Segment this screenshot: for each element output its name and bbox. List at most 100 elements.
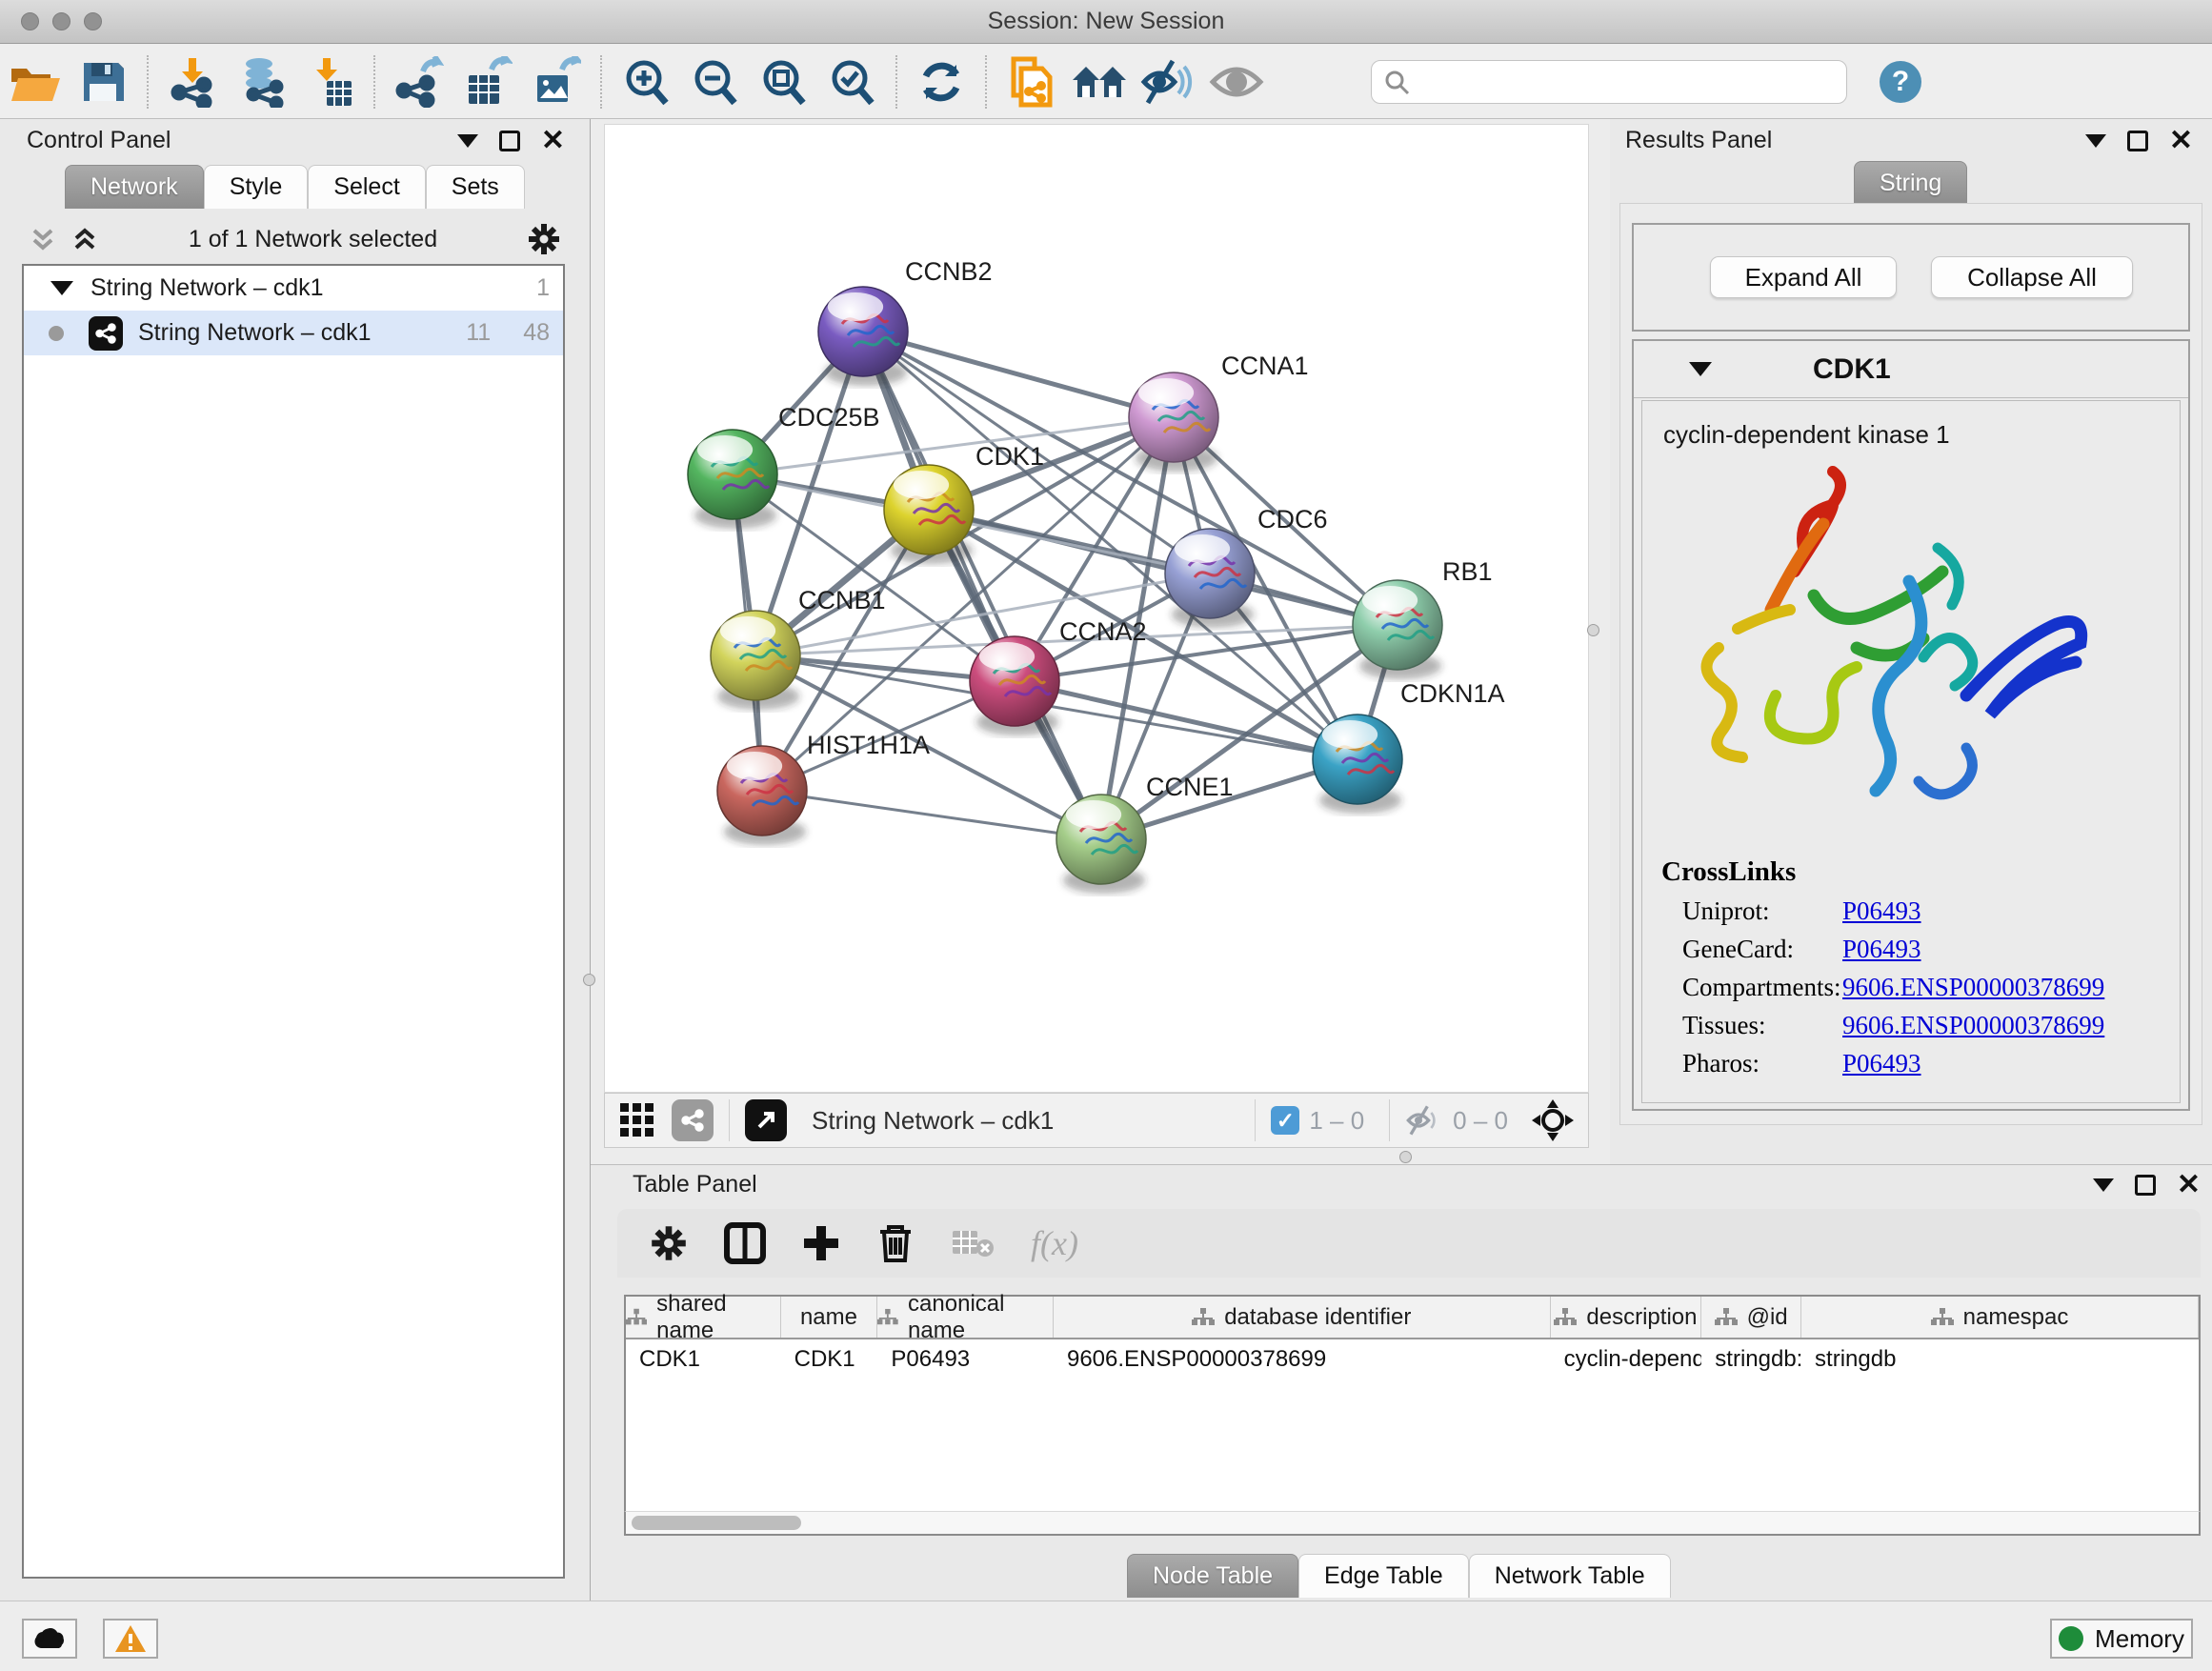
edge-CCNB2-CCNA1[interactable] — [863, 332, 1174, 417]
column-header-shared-name[interactable]: shared name — [626, 1297, 781, 1338]
import-network-file-button[interactable] — [163, 53, 222, 111]
table-row[interactable]: CDK1CDK1P064939606.ENSP00000378699cyclin… — [626, 1339, 2199, 1381]
expand-all-button[interactable]: Expand All — [1710, 256, 1897, 298]
gene-card-header[interactable]: CDK1 — [1634, 341, 2188, 398]
minimize-window-button[interactable] — [52, 12, 70, 30]
cloud-status-button[interactable] — [22, 1619, 77, 1659]
fit-selected-crosshair-icon[interactable] — [1531, 1098, 1575, 1142]
delete-table-icon[interactable] — [951, 1227, 995, 1259]
column-header-name[interactable]: name — [781, 1297, 878, 1338]
search-box[interactable] — [1371, 60, 1847, 104]
birds-eye-view-icon[interactable] — [618, 1101, 656, 1139]
panel-menu-icon[interactable] — [457, 134, 478, 148]
close-window-button[interactable] — [21, 12, 39, 30]
import-network-database-button[interactable] — [231, 53, 291, 111]
open-in-window-icon[interactable] — [745, 1099, 787, 1141]
table-cell[interactable]: stringdb:9... — [1701, 1339, 1801, 1381]
float-panel-icon[interactable] — [2135, 1175, 2156, 1196]
table-settings-gear-icon[interactable] — [650, 1224, 688, 1262]
node-CCNB1[interactable]: CCNB1 — [711, 586, 886, 710]
gear-icon[interactable] — [527, 222, 561, 256]
tab-sets[interactable]: Sets — [426, 165, 525, 209]
vertical-splitter-handle[interactable] — [583, 974, 595, 986]
zoom-fit-button[interactable] — [754, 53, 813, 111]
close-panel-icon[interactable]: ✕ — [2177, 1175, 2201, 1196]
function-builder-icon[interactable]: f(x) — [1031, 1223, 1078, 1263]
vertical-splitter-handle[interactable] — [1587, 624, 1599, 636]
memory-button[interactable]: Memory — [2050, 1619, 2193, 1659]
node-table[interactable]: shared namenamecanonical namedatabase id… — [624, 1295, 2201, 1511]
string-network-graph[interactable]: CCNB2CCNA1CDC25BCDK1CDC6RB1CCNB1CCNA2CDK… — [605, 125, 1590, 1094]
column-header-description[interactable]: description — [1551, 1297, 1702, 1338]
table-cell[interactable]: 9606.ENSP00000378699 — [1054, 1339, 1551, 1381]
node-RB1[interactable]: RB1 — [1353, 557, 1493, 679]
warning-status-button[interactable] — [103, 1619, 158, 1659]
edge-CCNB2-CCNE1[interactable] — [863, 332, 1101, 839]
column-header-database-identifier[interactable]: database identifier — [1054, 1297, 1551, 1338]
node-CCNA1[interactable]: CCNA1 — [1129, 352, 1309, 472]
delete-column-icon[interactable] — [876, 1222, 915, 1264]
home-layout-button[interactable] — [1070, 53, 1129, 111]
help-button[interactable]: ? — [1880, 61, 1921, 103]
zoom-out-button[interactable] — [685, 53, 744, 111]
tab-string[interactable]: String — [1854, 161, 1967, 205]
export-network-button[interactable] — [390, 53, 449, 111]
node-HIST1H1A[interactable]: HIST1H1A — [717, 731, 930, 845]
panel-menu-icon[interactable] — [2093, 1178, 2114, 1192]
collapse-all-button[interactable]: Collapse All — [1931, 256, 2133, 298]
crosslink-link[interactable]: 9606.ENSP00000378699 — [1842, 1011, 2104, 1040]
tab-select[interactable]: Select — [308, 165, 425, 209]
open-session-button[interactable] — [5, 53, 64, 111]
hidden-eye-icon[interactable] — [1405, 1105, 1443, 1136]
network-row-selected[interactable]: String Network – cdk1 11 48 — [24, 311, 563, 355]
crosslink-link[interactable]: P06493 — [1842, 1049, 1921, 1078]
hide-selected-button[interactable] — [1138, 53, 1197, 111]
save-session-button[interactable] — [73, 53, 132, 111]
close-panel-icon[interactable]: ✕ — [2169, 131, 2193, 151]
maximize-window-button[interactable] — [84, 12, 102, 30]
table-cell[interactable]: CDK1 — [626, 1339, 781, 1381]
close-panel-icon[interactable]: ✕ — [541, 131, 565, 151]
crosslink-link[interactable]: P06493 — [1842, 896, 1921, 926]
panel-menu-icon[interactable] — [2085, 134, 2106, 148]
tab-style[interactable]: Style — [204, 165, 309, 209]
zoom-selected-button[interactable] — [822, 53, 881, 111]
scrollbar-thumb[interactable] — [632, 1516, 801, 1530]
tab-network-table[interactable]: Network Table — [1469, 1554, 1671, 1598]
tab-edge-table[interactable]: Edge Table — [1298, 1554, 1469, 1598]
traffic-lights[interactable] — [21, 12, 102, 30]
node-CCNE1[interactable]: CCNE1 — [1056, 773, 1234, 894]
show-all-button[interactable] — [1207, 53, 1266, 111]
collapse-caret-icon[interactable] — [50, 281, 73, 295]
refresh-button[interactable] — [912, 53, 971, 111]
collapse-caret-icon[interactable] — [1689, 362, 1712, 376]
column-header--id[interactable]: @id — [1701, 1297, 1801, 1338]
zoom-in-button[interactable] — [616, 53, 675, 111]
node-CDKN1A[interactable]: CDKN1A — [1313, 679, 1505, 814]
export-table-button[interactable] — [458, 53, 517, 111]
network-collection-row[interactable]: String Network – cdk1 1 — [24, 266, 563, 311]
float-panel-icon[interactable] — [499, 131, 520, 151]
export-image-button[interactable] — [527, 53, 586, 111]
search-input[interactable] — [1410, 69, 1820, 95]
crosslink-link[interactable]: P06493 — [1842, 935, 1921, 964]
node-CDC25B[interactable]: CDC25B — [688, 403, 880, 529]
edge-HIST1H1A-CCNE1[interactable] — [762, 791, 1101, 839]
selected-nodes-checkbox[interactable]: ✓ — [1271, 1106, 1299, 1135]
string-network-badge-icon[interactable] — [672, 1099, 714, 1141]
show-columns-icon[interactable] — [724, 1222, 766, 1264]
expand-all-icon[interactable] — [70, 225, 99, 253]
crosslink-link[interactable]: 9606.ENSP00000378699 — [1842, 973, 2104, 1002]
add-column-icon[interactable] — [802, 1224, 840, 1262]
table-cell[interactable]: cyclin-dependent ... — [1551, 1339, 1702, 1381]
table-cell[interactable]: CDK1 — [781, 1339, 878, 1381]
copy-network-button[interactable] — [1001, 53, 1060, 111]
tab-node-table[interactable]: Node Table — [1127, 1554, 1298, 1598]
import-table-file-button[interactable] — [300, 53, 359, 111]
network-view-canvas[interactable]: CCNB2CCNA1CDC25BCDK1CDC6RB1CCNB1CCNA2CDK… — [604, 124, 1589, 1093]
table-cell[interactable]: stringdb — [1801, 1339, 2199, 1381]
table-horizontal-scrollbar[interactable] — [624, 1511, 2201, 1536]
column-header-namespac[interactable]: namespac — [1801, 1297, 2199, 1338]
horizontal-splitter-handle[interactable] — [1399, 1151, 1412, 1163]
column-header-canonical-name[interactable]: canonical name — [877, 1297, 1054, 1338]
